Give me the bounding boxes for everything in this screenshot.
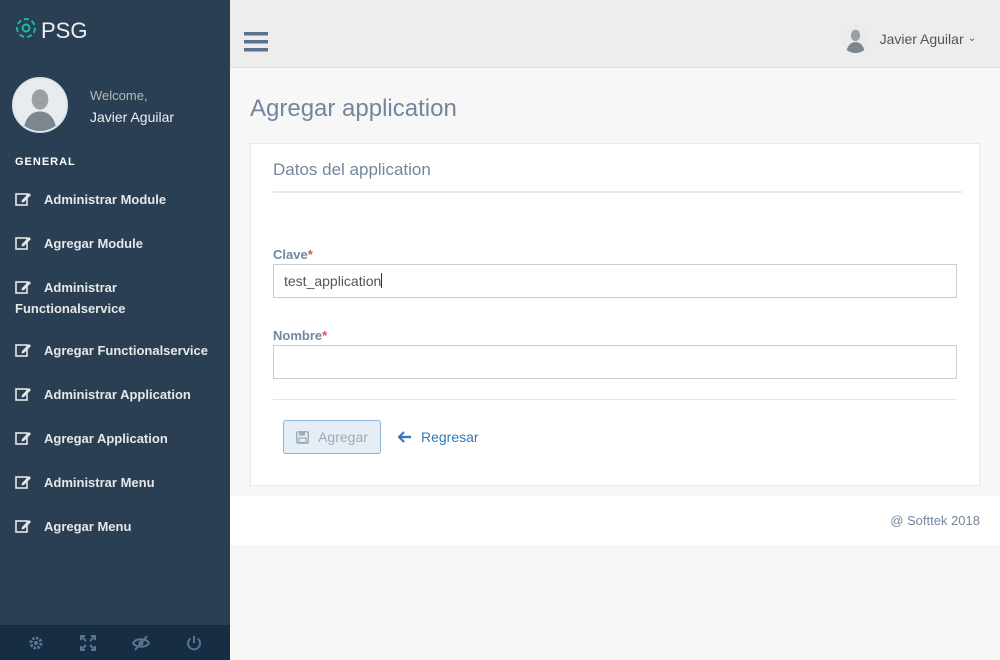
back-link-label: Regresar	[421, 429, 479, 445]
sidebar-item-label: Administrar Menu	[44, 475, 155, 490]
save-icon	[296, 430, 309, 444]
back-link[interactable]: Regresar	[398, 429, 479, 445]
user-name: Javier Aguilar	[879, 30, 964, 47]
power-icon[interactable]	[185, 634, 203, 652]
edit-icon	[15, 342, 44, 362]
user-dropdown[interactable]: Javier Aguilar ⌄	[840, 24, 976, 53]
profile-name: Javier Aguilar	[90, 109, 175, 125]
nombre-label: Nombre*	[273, 328, 328, 343]
brand[interactable]: PSG	[14, 16, 87, 45]
sidebar-item-label: Agregar Menu	[44, 519, 132, 534]
profile: Welcome, Javier Aguilar	[12, 77, 174, 133]
chevron-down-icon: ⌄	[967, 33, 976, 44]
fullscreen-icon[interactable]	[79, 634, 97, 652]
sidebar-item-label: Agregar Module	[44, 236, 143, 251]
sidebar-footer	[0, 625, 230, 660]
sidebar-item-administrar-functionalservice[interactable]: Administrar Functionalservice	[0, 268, 230, 331]
logo-icon	[14, 16, 38, 45]
edit-icon	[15, 518, 44, 538]
sidebar-item-administrar-module[interactable]: Administrar Module	[0, 180, 230, 224]
sidebar: PSG Welcome, Javier Aguilar GENERAL Admi…	[0, 0, 230, 660]
section-title: GENERAL	[15, 156, 76, 168]
edit-icon	[15, 191, 44, 211]
avatar	[840, 24, 870, 53]
sidebar-item-label: Agregar Application	[44, 431, 168, 446]
clave-input-value: test_application	[284, 273, 382, 289]
sidebar-item-label: Administrar Application	[44, 387, 191, 402]
sidebar-item-agregar-functionalservice[interactable]: Agregar Functionalservice	[0, 331, 230, 375]
clave-label: Clave*	[273, 247, 313, 262]
edit-icon	[15, 386, 44, 406]
required-mark: *	[307, 247, 313, 262]
sidebar-item-administrar-application[interactable]: Administrar Application	[0, 375, 230, 419]
sidebar-menu: Administrar Module Agregar Module Admini…	[0, 180, 230, 551]
sidebar-item-administrar-menu[interactable]: Administrar Menu	[0, 463, 230, 507]
add-button[interactable]: Agregar	[283, 420, 381, 454]
sidebar-item-agregar-module[interactable]: Agregar Module	[0, 224, 230, 268]
avatar	[12, 77, 68, 133]
panel-divider	[273, 191, 962, 193]
brand-name: PSG	[41, 17, 88, 43]
required-mark: *	[322, 328, 328, 343]
arrow-left-icon	[398, 431, 412, 443]
form-panel: Datos del application Clave* test_applic…	[250, 143, 980, 486]
clave-input[interactable]: test_application	[273, 264, 957, 298]
edit-icon	[15, 279, 44, 299]
top-navbar: Javier Aguilar ⌄	[230, 0, 1000, 68]
form-divider	[273, 399, 957, 400]
eye-slash-icon[interactable]	[131, 634, 151, 652]
page-footer: @ Softtek 2018	[230, 496, 1000, 545]
sidebar-item-label: Agregar Functionalservice	[44, 343, 208, 358]
menu-toggle-icon[interactable]	[244, 32, 268, 57]
sidebar-item-agregar-application[interactable]: Agregar Application	[0, 419, 230, 463]
edit-icon	[15, 235, 44, 255]
panel-title: Datos del application	[273, 160, 431, 179]
edit-icon	[15, 474, 44, 494]
add-button-label: Agregar	[318, 429, 368, 445]
gear-icon[interactable]	[27, 634, 45, 652]
edit-icon	[15, 430, 44, 450]
sidebar-item-agregar-menu[interactable]: Agregar Menu	[0, 507, 230, 551]
page-title: Agregar application	[250, 95, 457, 122]
welcome-text: Welcome,	[90, 88, 148, 103]
text-caret	[381, 273, 383, 288]
nombre-input[interactable]	[273, 345, 957, 379]
sidebar-item-label: Administrar Module	[44, 192, 167, 207]
footer-text: @ Softtek 2018	[890, 513, 980, 528]
